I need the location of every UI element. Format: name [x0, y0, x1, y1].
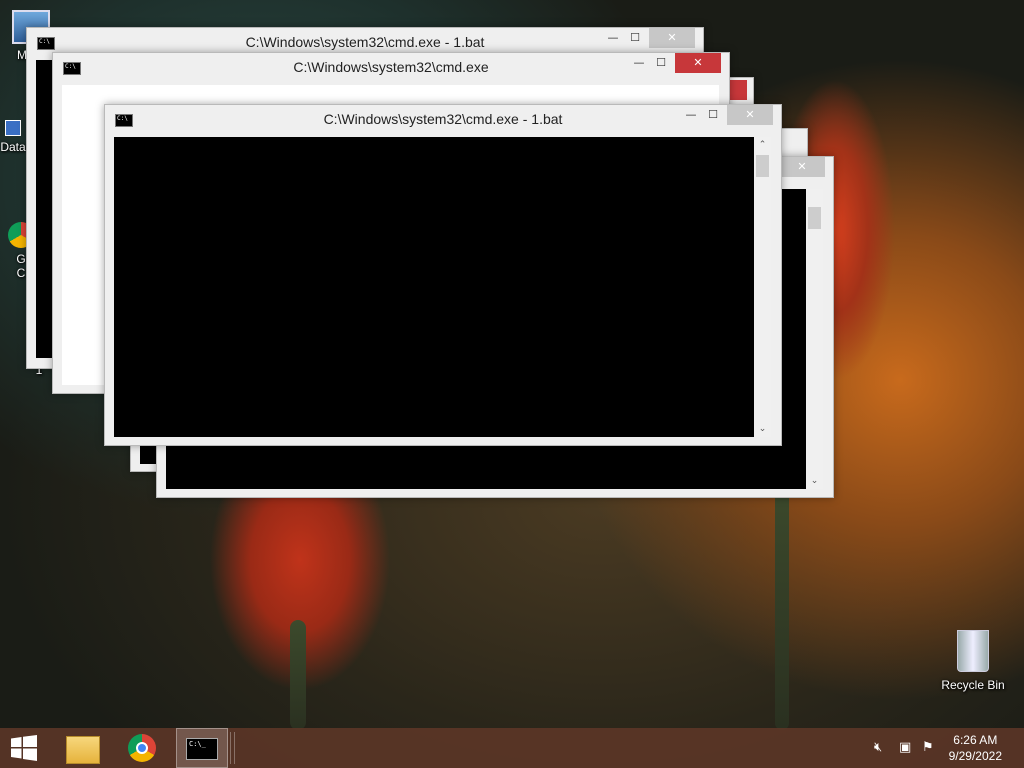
- clock-time: 6:26 AM: [953, 733, 998, 747]
- maximize-button[interactable]: ☐: [647, 53, 675, 73]
- maximize-button[interactable]: ☐: [621, 28, 649, 48]
- taskbar-divider: [230, 732, 235, 764]
- cmd-window-front[interactable]: C:\Windows\system32\cmd.exe - 1.bat — ☐ …: [104, 104, 782, 446]
- console-area[interactable]: [114, 137, 754, 437]
- volume-muted-icon[interactable]: 🔇︎: [874, 740, 882, 755]
- chrome-icon: [128, 734, 156, 762]
- close-button[interactable]: ✕: [779, 157, 825, 177]
- desktop-icon-label: Data: [0, 140, 26, 154]
- file-explorer-icon: [66, 736, 100, 764]
- scrollbar-thumb[interactable]: [808, 207, 821, 229]
- taskbar-chrome[interactable]: [116, 728, 172, 768]
- desktop-icon-label: C: [16, 266, 26, 280]
- close-button[interactable]: [729, 80, 747, 100]
- clock-date: 9/29/2022: [948, 749, 1002, 763]
- scroll-down-arrow-icon[interactable]: ⌄: [754, 421, 771, 437]
- desktop-icon-label: Recycle Bin: [941, 678, 1005, 692]
- vertical-scrollbar[interactable]: ⌄: [806, 189, 823, 489]
- taskbar: C:\_ 🔇︎ ▣ ⚑ 6:26 AM 9/29/2022: [0, 728, 1024, 768]
- title-bar[interactable]: C:\Windows\system32\cmd.exe — ☐ ✕: [53, 53, 729, 81]
- vertical-scrollbar[interactable]: ⌃ ⌄: [754, 137, 771, 437]
- windows-logo-icon: [11, 735, 37, 761]
- action-center-flag-icon[interactable]: ⚑: [922, 740, 934, 755]
- close-button[interactable]: ✕: [675, 53, 721, 73]
- start-button[interactable]: [0, 728, 48, 768]
- cmd-icon: C:\_: [186, 738, 218, 760]
- recycle-bin-icon: [957, 630, 989, 672]
- wallpaper-stem-right: [775, 480, 789, 730]
- taskbar-file-explorer[interactable]: [54, 728, 110, 768]
- title-bar[interactable]: C:\Windows\system32\cmd.exe - 1.bat — ☐ …: [105, 105, 781, 133]
- network-icon[interactable]: ▣: [899, 740, 911, 755]
- close-button[interactable]: ✕: [727, 105, 773, 125]
- console-area[interactable]: [36, 60, 52, 358]
- scrollbar-thumb[interactable]: [756, 155, 769, 177]
- wallpaper-stem-left: [290, 620, 306, 730]
- shortcut-arrow-icon: [5, 120, 21, 136]
- maximize-button[interactable]: ☐: [699, 105, 727, 125]
- clock[interactable]: 6:26 AM 9/29/2022: [949, 732, 1002, 764]
- desktop-icon-label: G: [16, 252, 26, 266]
- scroll-up-arrow-icon[interactable]: ⌃: [754, 137, 771, 153]
- scroll-down-arrow-icon[interactable]: ⌄: [806, 473, 823, 489]
- close-button[interactable]: ✕: [649, 28, 695, 48]
- taskbar-cmd[interactable]: C:\_: [176, 728, 228, 768]
- desktop-icon-recycle-bin[interactable]: Recycle Bin: [938, 630, 1008, 692]
